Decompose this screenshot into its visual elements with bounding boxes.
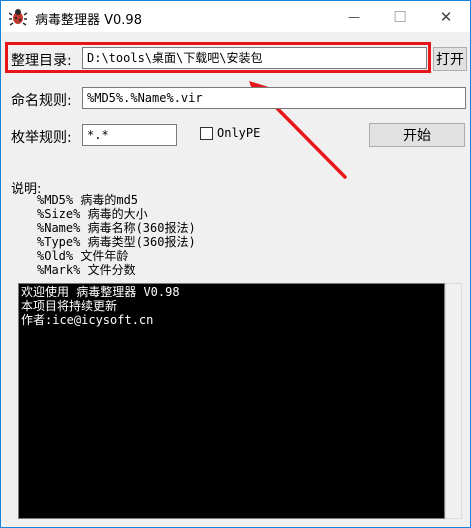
maximize-icon: ☐ [393, 7, 407, 26]
description-line: %Name% 病毒名称(360报法) [37, 221, 196, 235]
app-window: 病毒整理器 V0.98 — ☐ ✕ 整理目录: D:\tools\桌面\下载吧\… [0, 0, 471, 528]
description-line: %Mark% 文件分数 [37, 263, 136, 277]
onlype-label: OnlyPE [217, 126, 261, 140]
open-button[interactable]: 打开 [433, 47, 467, 71]
naming-input[interactable]: %MD5%.%Name%.vir [82, 87, 466, 109]
close-icon: ✕ [439, 7, 453, 26]
start-button[interactable]: 开始 [369, 123, 465, 147]
description-line: %Size% 病毒的大小 [37, 207, 148, 221]
maximize-button[interactable]: ☐ [377, 1, 423, 32]
enum-label: 枚举规则: [11, 130, 72, 146]
console-line: 作者:ice@icysoft.cn [21, 313, 154, 327]
title-bar[interactable]: 病毒整理器 V0.98 — ☐ ✕ [1, 1, 470, 32]
enum-input[interactable]: *.* [82, 124, 177, 146]
description-line: %MD5% 病毒的md5 [37, 193, 139, 207]
description-line: %Old% 文件年龄 [37, 249, 129, 263]
window-title: 病毒整理器 V0.98 [35, 13, 142, 28]
dir-label: 整理目录: [11, 53, 72, 69]
console-output[interactable]: 欢迎使用 病毒整理器 V0.98 本项目将持续更新 作者:ice@icysoft… [18, 283, 445, 519]
minimize-button[interactable]: — [331, 1, 377, 32]
virus-bug-icon [9, 9, 27, 26]
onlype-checkbox[interactable] [200, 127, 213, 140]
close-button[interactable]: ✕ [423, 1, 469, 32]
dir-input[interactable]: D:\tools\桌面\下载吧\安装包 [82, 47, 427, 69]
naming-label: 命名规则: [11, 93, 72, 109]
console-line: 本项目将持续更新 [21, 299, 118, 313]
minimize-icon: — [348, 9, 360, 24]
console-line: 欢迎使用 病毒整理器 V0.98 [21, 285, 180, 299]
console-scrollbar[interactable] [445, 283, 462, 519]
description-line: %Type% 病毒类型(360报法) [37, 235, 196, 249]
